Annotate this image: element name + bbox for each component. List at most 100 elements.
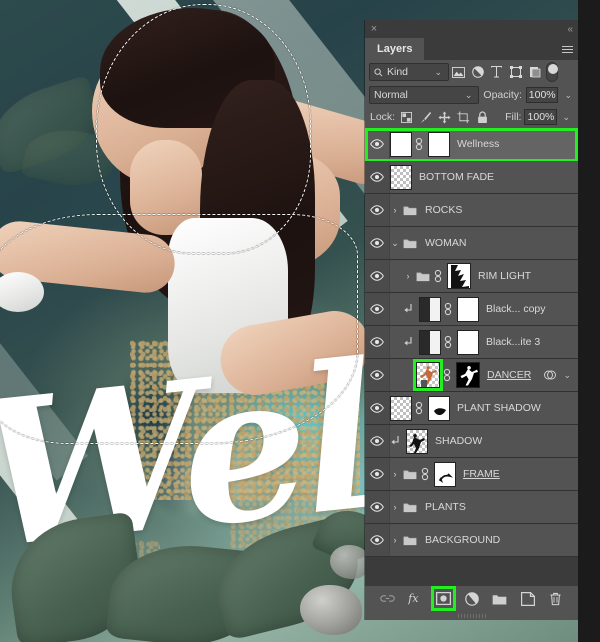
tab-layers[interactable]: Layers	[365, 38, 425, 60]
layer-row[interactable]: › BACKGROUND	[365, 524, 578, 557]
filter-enable-toggle[interactable]	[546, 62, 558, 82]
lock-transparent-pixels[interactable]	[398, 109, 414, 125]
layer-thumbnail-transparent[interactable]	[390, 164, 412, 190]
chevron-down-icon[interactable]: ⌄	[463, 90, 475, 101]
lock-all[interactable]	[474, 109, 490, 125]
layer-thumbnail-transparent[interactable]	[390, 395, 412, 421]
layer-mask-thumbnail[interactable]	[434, 461, 456, 487]
layer-row[interactable]: PLANT SHADOW	[365, 392, 578, 425]
layer-visibility-toggle[interactable]	[365, 161, 390, 193]
layer-name[interactable]: FRAME	[459, 468, 500, 480]
filter-smart-objects[interactable]	[525, 62, 544, 82]
filter-kind-select[interactable]: Kind ⌄	[369, 63, 449, 81]
layer-row-content[interactable]: › RIM LIGHT	[390, 260, 578, 292]
group-disclosure-triangle[interactable]: ›	[390, 205, 400, 215]
layer-row-content[interactable]: › BACKGROUND	[390, 524, 578, 556]
layer-visibility-toggle[interactable]	[365, 359, 390, 391]
layer-visibility-toggle[interactable]	[365, 326, 390, 358]
mask-link-icon[interactable]	[434, 269, 444, 283]
group-disclosure-triangle[interactable]: ⌄	[390, 238, 400, 249]
layer-name[interactable]: BOTTOM FADE	[415, 171, 494, 183]
filter-adjustment-layers[interactable]	[468, 62, 487, 82]
layer-row[interactable]: Black...ite 3	[365, 326, 578, 359]
layer-visibility-toggle[interactable]	[365, 524, 390, 556]
mask-link-icon[interactable]	[444, 302, 454, 316]
layer-visibility-toggle[interactable]	[365, 293, 390, 325]
mask-link-icon[interactable]	[421, 467, 431, 481]
smart-filter-chevron-down-icon[interactable]: ⌄	[561, 370, 573, 381]
layer-mask-thumbnail[interactable]	[447, 263, 471, 289]
fill-input[interactable]: 100%	[524, 109, 558, 125]
layer-visibility-toggle[interactable]	[365, 128, 390, 160]
new-layer-button[interactable]	[518, 589, 537, 608]
filter-type-layers[interactable]	[487, 62, 506, 82]
layer-row-content[interactable]: › FRAME	[390, 458, 578, 490]
opacity-input[interactable]: 100%	[525, 87, 559, 103]
layer-name[interactable]: DANCER	[483, 369, 531, 381]
layer-row[interactable]: ⌄ WOMAN	[365, 227, 578, 260]
layer-row-content[interactable]: PLANT SHADOW	[390, 392, 578, 424]
layer-mask-thumbnail[interactable]	[456, 362, 480, 388]
mask-link-icon[interactable]	[415, 137, 425, 151]
mask-link-icon[interactable]	[444, 335, 454, 349]
layer-row[interactable]: › FRAME	[365, 458, 578, 491]
lock-position[interactable]	[436, 109, 452, 125]
new-group-button[interactable]	[490, 589, 509, 608]
layer-thumbnail-bw-adjustment[interactable]	[419, 329, 441, 355]
layer-thumbnail-dancer[interactable]	[413, 359, 443, 391]
group-disclosure-triangle[interactable]: ›	[403, 271, 413, 281]
layer-style-button[interactable]: fx	[406, 589, 425, 608]
layer-visibility-toggle[interactable]	[365, 491, 390, 523]
layer-name[interactable]: Black... copy	[482, 303, 546, 315]
layer-name[interactable]: Wellness	[453, 138, 499, 150]
link-layers-button[interactable]	[378, 589, 397, 608]
new-fill-adjustment-button[interactable]	[462, 589, 481, 608]
group-disclosure-triangle[interactable]: ›	[390, 469, 400, 479]
layer-thumbnail-bw-adjustment[interactable]	[419, 296, 441, 322]
chevron-down-icon[interactable]: ⌄	[432, 67, 444, 78]
panel-resize-grip-bar[interactable]	[365, 611, 578, 620]
layer-thumbnail-shadow[interactable]	[406, 428, 428, 454]
layer-row[interactable]: DANCER ⌄	[365, 359, 578, 392]
layer-name[interactable]: WOMAN	[421, 237, 466, 249]
layer-row-content[interactable]: Black...ite 3	[390, 326, 578, 358]
add-layer-mask-button[interactable]	[431, 586, 456, 611]
layer-visibility-toggle[interactable]	[365, 392, 390, 424]
layers-panel[interactable]: × « Layers Kind ⌄ Normal ⌄ Opacity: 100%…	[365, 20, 578, 620]
layer-mask-thumbnail[interactable]	[428, 131, 450, 157]
layer-row[interactable]: BOTTOM FADE	[365, 161, 578, 194]
delete-layer-button[interactable]	[546, 589, 565, 608]
group-disclosure-triangle[interactable]: ›	[390, 502, 400, 512]
layer-row-content[interactable]: Wellness	[390, 128, 578, 160]
layer-row[interactable]: SHADOW	[365, 425, 578, 458]
layer-mask-thumbnail[interactable]	[428, 395, 450, 421]
layer-visibility-toggle[interactable]	[365, 227, 390, 259]
layer-row-content[interactable]: BOTTOM FADE	[390, 161, 578, 193]
layer-row[interactable]: Black... copy	[365, 293, 578, 326]
close-icon[interactable]: ×	[365, 20, 383, 38]
panel-menu-button[interactable]	[556, 38, 578, 60]
layer-row-content[interactable]: DANCER ⌄	[390, 359, 578, 391]
layer-row-right-icons[interactable]: ⌄	[543, 369, 575, 381]
layer-row-content[interactable]: › PLANTS	[390, 491, 578, 523]
layer-row-content[interactable]: › ROCKS	[390, 194, 578, 226]
layer-row[interactable]: › ROCKS	[365, 194, 578, 227]
opacity-chevron-down-icon[interactable]: ⌄	[562, 90, 574, 101]
mask-link-icon[interactable]	[443, 368, 453, 382]
layer-visibility-toggle[interactable]	[365, 425, 390, 457]
layer-name[interactable]: ROCKS	[421, 204, 462, 216]
group-disclosure-triangle[interactable]: ›	[390, 535, 400, 545]
collapse-panel-icon[interactable]: «	[567, 24, 573, 35]
layer-row[interactable]: › PLANTS	[365, 491, 578, 524]
layer-thumbnail-type[interactable]	[390, 131, 412, 157]
layer-name[interactable]: Black...ite 3	[482, 336, 540, 348]
layer-visibility-toggle[interactable]	[365, 458, 390, 490]
layer-list[interactable]: Wellness BOTTOM FADE › ROCKS ⌄ WOMAN › R…	[365, 128, 578, 585]
lock-artboard-nesting[interactable]	[455, 109, 471, 125]
filter-shape-layers[interactable]	[506, 62, 525, 82]
layer-row-content[interactable]: ⌄ WOMAN	[390, 227, 578, 259]
layer-row[interactable]: Wellness	[365, 128, 578, 161]
layer-visibility-toggle[interactable]	[365, 194, 390, 226]
layer-name[interactable]: SHADOW	[431, 435, 482, 447]
layer-name[interactable]: PLANTS	[421, 501, 466, 513]
